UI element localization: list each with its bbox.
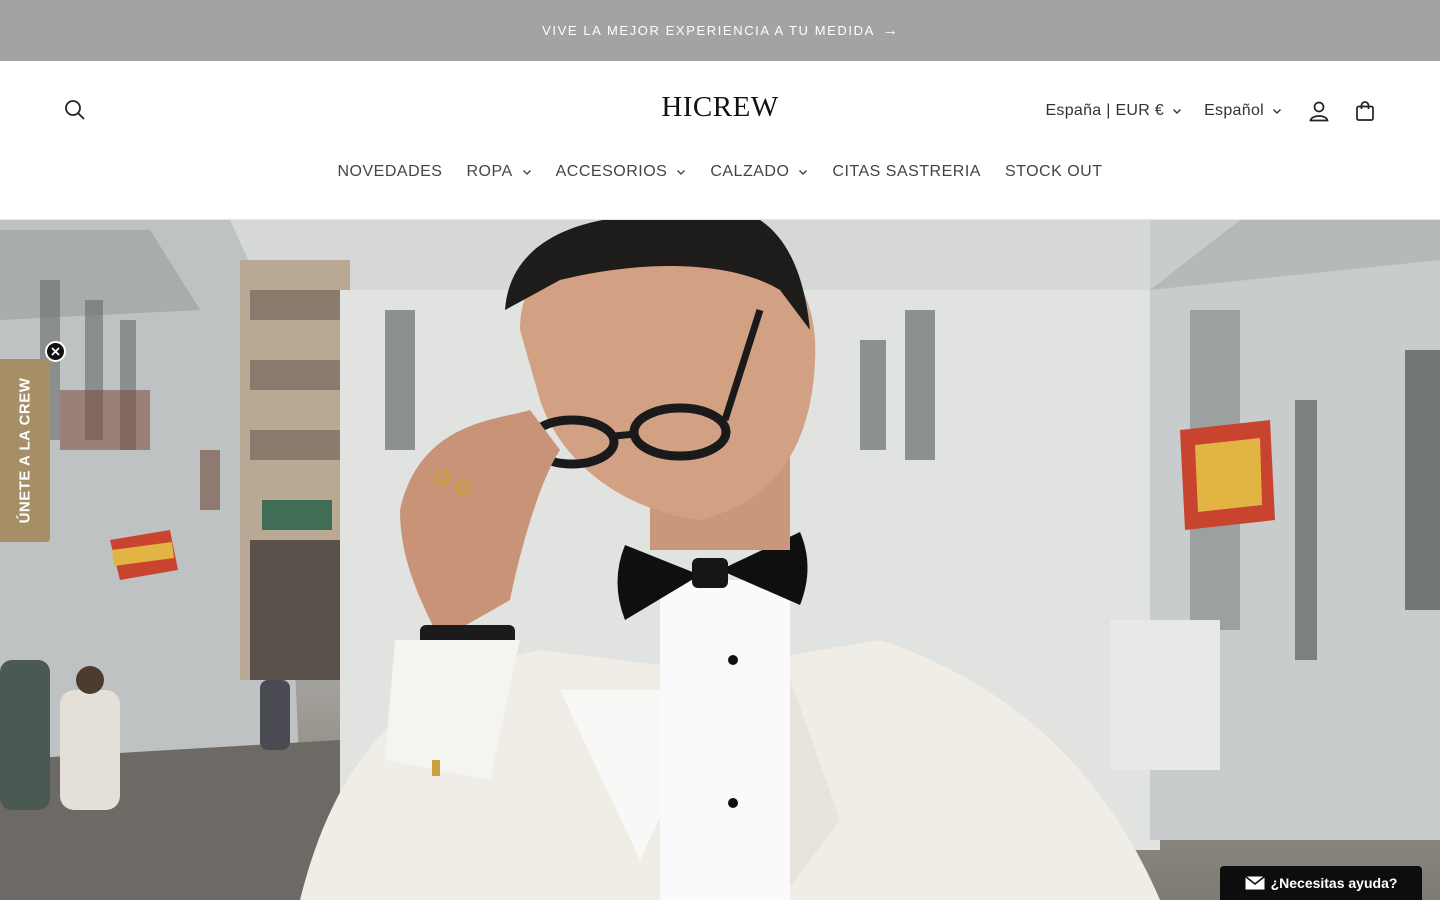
announcement-bar[interactable]: VIVE LA MEJOR EXPERIENCIA A TU MEDIDA → xyxy=(0,0,1440,61)
nav-item-label: ROPA xyxy=(466,163,513,180)
cart-button[interactable] xyxy=(1350,96,1380,126)
mail-icon xyxy=(1244,876,1265,890)
chevron-down-icon xyxy=(522,167,532,177)
country-selector-label: España | EUR € xyxy=(1045,102,1165,119)
help-chat-button[interactable]: ¿Necesitas ayuda? xyxy=(1220,866,1422,900)
arrow-right-icon: → xyxy=(882,22,898,39)
chevron-down-icon xyxy=(1272,106,1282,116)
header-utilities: España | EUR € Español xyxy=(1045,95,1380,127)
nav-item-ropa[interactable]: ROPA xyxy=(454,163,543,181)
announcement-text: VIVE LA MEJOR EXPERIENCIA A TU MEDIDA xyxy=(542,23,875,38)
nav-item-label: STOCK OUT xyxy=(1004,163,1103,180)
country-selector[interactable]: España | EUR € xyxy=(1045,102,1182,120)
nav-item-label: NOVEDADES xyxy=(337,163,443,180)
close-icon xyxy=(51,347,60,356)
close-popup-button[interactable] xyxy=(45,341,66,362)
nav-item-label: CITAS SASTRERIA xyxy=(832,163,981,180)
account-button[interactable] xyxy=(1304,96,1334,126)
nav-item-accesorios[interactable]: ACCESORIOS xyxy=(544,163,699,181)
nav-item-label: CALZADO xyxy=(710,163,790,180)
help-chat-label: ¿Necesitas ayuda? xyxy=(1270,875,1398,891)
main-navigation: NOVEDADES ROPA ACCESORIOS CALZADO CITAS … xyxy=(0,163,1440,181)
chevron-down-icon xyxy=(798,167,808,177)
hero-video[interactable] xyxy=(0,220,1440,900)
join-crew-tab[interactable]: ÚNETE A LA CREW xyxy=(0,359,50,542)
chevron-down-icon xyxy=(1172,106,1182,116)
nav-item-label: ACCESORIOS xyxy=(555,163,668,180)
language-selector-label: Español xyxy=(1204,102,1264,119)
user-icon xyxy=(1309,101,1329,122)
chevron-down-icon xyxy=(676,167,686,177)
hero-image xyxy=(0,220,1440,900)
join-crew-label: ÚNETE A LA CREW xyxy=(16,377,34,524)
language-selector[interactable]: Español xyxy=(1204,102,1282,120)
shopping-bag-icon xyxy=(1356,101,1374,121)
nav-item-novedades[interactable]: NOVEDADES xyxy=(326,163,455,181)
nav-item-calzado[interactable]: CALZADO xyxy=(698,163,820,181)
nav-item-stock-out[interactable]: STOCK OUT xyxy=(993,163,1115,181)
nav-item-citas-sastreria[interactable]: CITAS SASTRERIA xyxy=(820,163,993,181)
site-header: HICREW España | EUR € Español NOVEDADES … xyxy=(0,61,1440,220)
